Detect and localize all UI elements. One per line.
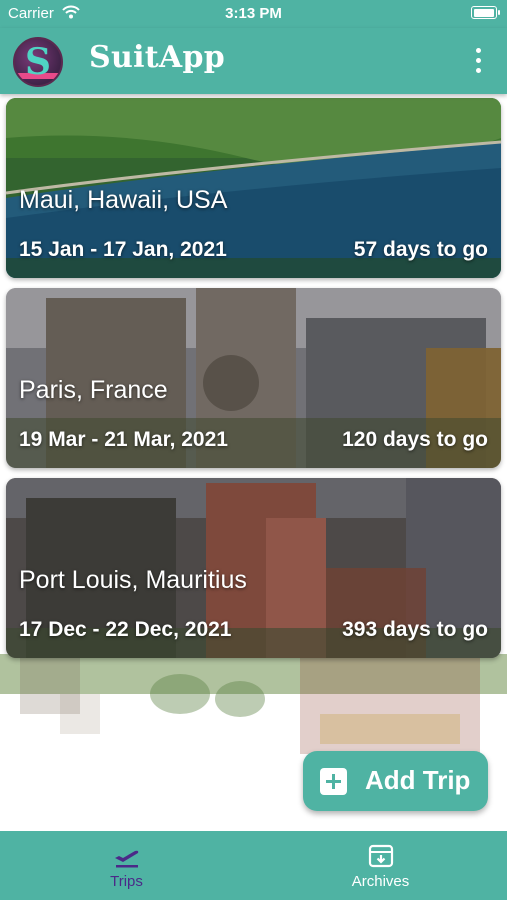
trip-list: Maui, Hawaii, USA 15 Jan - 17 Jan, 2021 … — [0, 94, 507, 831]
trip-dates: 17 Dec - 22 Dec, 2021 — [19, 618, 232, 641]
trip-destination: Paris, France — [19, 376, 168, 404]
app-logo: S — [13, 37, 63, 87]
logo-letter: S — [25, 41, 51, 83]
app-title: SuitApp — [89, 40, 226, 75]
plus-square-icon — [320, 768, 347, 795]
more-vertical-icon[interactable] — [471, 48, 485, 74]
status-bar: Carrier 3:13 PM — [0, 0, 507, 28]
trip-dates: 15 Jan - 17 Jan, 2021 — [19, 238, 227, 261]
trip-destination: Port Louis, Mauritius — [19, 566, 247, 594]
trip-countdown: 120 days to go — [342, 428, 488, 451]
tab-archives[interactable]: Archives — [254, 831, 507, 900]
trip-destination: Maui, Hawaii, USA — [19, 186, 228, 214]
trip-card[interactable]: Port Louis, Mauritius 17 Dec - 22 Dec, 2… — [6, 478, 501, 658]
tab-label: Trips — [110, 873, 143, 890]
clock: 3:13 PM — [225, 5, 282, 22]
tab-label: Archives — [351, 873, 410, 890]
tab-bar: Trips Archives — [0, 831, 507, 900]
trip-countdown: 57 days to go — [353, 238, 488, 261]
battery-level — [473, 8, 494, 17]
trip-card[interactable]: Maui, Hawaii, USA 15 Jan - 17 Jan, 2021 … — [6, 98, 501, 278]
trip-countdown: 393 days to go — [342, 618, 488, 641]
add-trip-button[interactable]: Add Trip — [303, 751, 488, 811]
airplane-takeoff-icon — [115, 850, 139, 868]
trip-card[interactable]: Paris, France 19 Mar - 21 Mar, 2021 120 … — [6, 288, 501, 468]
battery-icon — [471, 6, 500, 19]
tab-trips[interactable]: Trips — [0, 831, 253, 900]
app-bar: S SuitApp — [0, 28, 507, 94]
add-trip-label: Add Trip — [365, 765, 471, 795]
trip-dates: 19 Mar - 21 Mar, 2021 — [19, 428, 228, 451]
archive-download-icon — [368, 844, 394, 868]
